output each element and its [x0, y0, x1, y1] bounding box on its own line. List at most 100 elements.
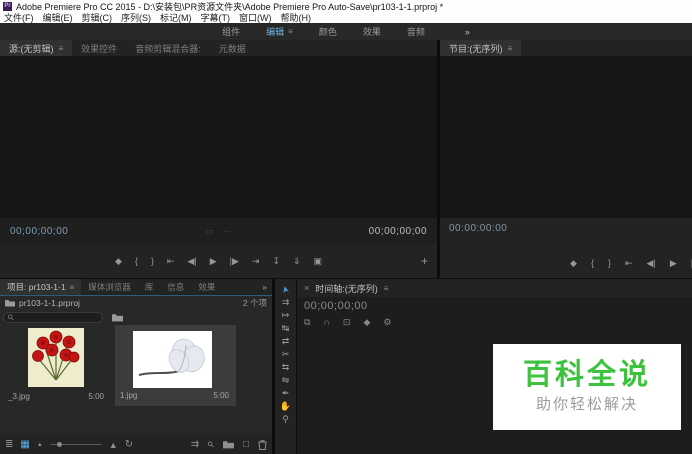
timeline-settings-button[interactable]: ⚙ — [383, 317, 391, 328]
thumbnail-zoom-slider[interactable] — [49, 442, 102, 447]
insert-button[interactable]: ↧ — [272, 256, 280, 267]
project-file-name: pr103-1-1.prproj — [19, 298, 80, 308]
tab-metadata[interactable]: 元数据 — [210, 40, 255, 56]
source-transport-controls: ◆ {} ⇤ ◀| ▶ |▶ ⇥ ↧ ⇓ ▣ — [0, 244, 437, 278]
workspace-tab-effects[interactable]: 效果 — [363, 25, 381, 38]
clip-thumbnail-flower — [133, 331, 212, 388]
project-clip-area: _3.jpg 5:00 1.jpg 5:00 — [0, 325, 272, 434]
timeline-panel-tabs: × 时间轴:(无序列) ≡ — [297, 279, 692, 297]
program-transport-controls: ◆{}⇤◀|▶|▶ — [570, 258, 692, 269]
add-marker-button[interactable]: ◆ — [363, 317, 370, 328]
slip-tool[interactable]: ⇆ — [282, 361, 290, 374]
program-monitor-viewport — [440, 56, 692, 218]
clear-trash-button[interactable] — [258, 439, 267, 450]
tools-panel: ➤ ⇉ ↦ ↹ ⇄ ✂ ⇆ ⇋ ✒ ✋ ⚲ — [275, 279, 296, 454]
mark-in-button[interactable]: { — [135, 256, 138, 266]
tab-program[interactable]: 节目:(无序列) ≡ — [440, 40, 522, 56]
rate-stretch-tool[interactable]: ⇄ — [282, 335, 290, 348]
search-icon: ⚲ — [5, 312, 17, 323]
watermark-subtitle: 助你轻松解决 — [535, 395, 638, 413]
tab-media-browser[interactable]: 媒体浏览器 — [81, 279, 138, 295]
project-panel-tabs: 项目: pr103-1-1 ≡ 媒体浏览器 库 信息 效果 » — [0, 279, 272, 296]
project-toolbar: ≣ ▦ ▲ ▲ ↻ ⇉ ⚲ □ — [0, 435, 272, 454]
mark-in-button[interactable]: { — [591, 258, 594, 269]
tab-libraries[interactable]: 库 — [138, 279, 161, 295]
playback-resolution-select[interactable]: ⋯ — [223, 227, 231, 236]
go-to-in-button[interactable]: ⇤ — [625, 258, 633, 269]
tab-effects[interactable]: 效果 — [191, 279, 222, 295]
overwrite-button[interactable]: ⇓ — [293, 256, 301, 267]
panel-menu-icon[interactable]: ≡ — [59, 44, 64, 53]
workspace-tab-color[interactable]: 颜色 — [319, 25, 337, 38]
zoom-tool[interactable]: ⚲ — [282, 413, 289, 426]
snap-button[interactable]: ∩ — [323, 317, 329, 328]
export-frame-button[interactable]: ▣ — [314, 256, 323, 267]
selection-tool[interactable]: ➤ — [278, 284, 293, 295]
workspace-tab-assembly[interactable]: 组件 — [222, 25, 240, 38]
add-marker-button[interactable]: ◆ — [570, 258, 577, 269]
tab-source[interactable]: 源:(无剪辑) ≡ — [0, 40, 73, 56]
step-back-button[interactable]: ◀| — [647, 258, 656, 269]
clip-tile[interactable]: _3.jpg 5:00 — [2, 326, 114, 406]
tab-audio-clip-mixer[interactable]: 音频剪辑混合器: — [126, 40, 210, 56]
icon-view-button[interactable]: ▦ — [20, 439, 29, 450]
tab-info[interactable]: 信息 — [160, 279, 191, 295]
source-panel-tabs: 源:(无剪辑) ≡ 效果控件 音频剪辑混合器: 元数据 — [0, 40, 437, 56]
ripple-edit-tool[interactable]: ↦ — [282, 309, 290, 322]
rolling-edit-tool[interactable]: ↹ — [282, 322, 290, 335]
mark-out-button[interactable]: } — [151, 256, 154, 266]
panel-menu-icon[interactable]: ≡ — [384, 284, 389, 293]
tab-timeline[interactable]: 时间轴:(无序列) — [315, 282, 378, 295]
automate-to-sequence-button[interactable]: ⇉ — [191, 439, 199, 450]
workspace-bar: 组件 编辑 ≡ 颜色 效果 音频 » — [0, 23, 692, 40]
workspace-overflow-icon[interactable]: » — [465, 27, 470, 37]
play-button[interactable]: ▶ — [210, 256, 217, 267]
panel-menu-icon[interactable]: ≡ — [508, 44, 513, 53]
pen-tool[interactable]: ✒ — [282, 387, 290, 400]
clip-duration: 5:00 — [88, 392, 104, 401]
source-timecode-bar: 00;00;00;00 ▭ ⋯ 00;00;00;00 — [0, 218, 437, 244]
zoom-slider-knob[interactable] — [56, 442, 62, 447]
play-button[interactable]: ▶ — [670, 258, 677, 269]
panel-overflow-icon[interactable]: » — [262, 279, 272, 295]
new-item-button[interactable]: □ — [243, 439, 249, 450]
razor-tool[interactable]: ✂ — [282, 348, 290, 361]
step-back-button[interactable]: ◀| — [187, 256, 196, 267]
bin-folder-icon — [5, 300, 15, 307]
insert-overwrite-sequence-button[interactable]: ⧉ — [304, 317, 310, 328]
sort-icons-button[interactable]: ↻ — [125, 439, 133, 450]
search-input[interactable]: ⚲ — [3, 312, 103, 323]
go-to-in-button[interactable]: ⇤ — [167, 256, 175, 267]
clip-tile-selected[interactable]: 1.jpg 5:00 — [115, 325, 236, 406]
find-button[interactable]: ⚲ — [206, 439, 217, 450]
button-editor-add-icon[interactable]: + — [421, 254, 428, 268]
step-forward-button[interactable]: |▶ — [230, 256, 239, 267]
timeline-current-timecode: 00;00;00;00 — [304, 300, 368, 312]
tab-project[interactable]: 项目: pr103-1-1 ≡ — [0, 279, 82, 295]
tab-effect-controls[interactable]: 效果控件 — [72, 40, 126, 56]
slide-tool[interactable]: ⇋ — [282, 374, 290, 387]
panel-menu-icon[interactable]: ≡ — [70, 283, 75, 292]
mark-out-button[interactable]: } — [608, 258, 611, 269]
zoom-in-icon[interactable]: ▲ — [109, 440, 118, 450]
track-select-forward-tool[interactable]: ⇉ — [282, 296, 290, 309]
project-panel: 项目: pr103-1-1 ≡ 媒体浏览器 库 信息 效果 » pr103-1-… — [0, 279, 272, 454]
source-monitor-panel: 源:(无剪辑) ≡ 效果控件 音频剪辑混合器: 元数据 00;00;00;00 … — [0, 40, 437, 278]
linked-selection-button[interactable]: ⊡ — [343, 317, 351, 328]
zoom-level-select[interactable]: ▭ — [206, 227, 214, 236]
project-item-count: 2 个项 — [242, 298, 267, 308]
hand-tool[interactable]: ✋ — [280, 400, 291, 413]
breadcrumb-folder-icon[interactable] — [112, 313, 123, 322]
premiere-app-icon: Pr — [3, 1, 12, 11]
source-duration-timecode: 00;00;00;00 — [368, 225, 427, 237]
close-icon[interactable]: × — [304, 283, 309, 293]
workspace-tab-editing[interactable]: 编辑 ≡ — [266, 25, 293, 38]
clip-name: 1.jpg — [120, 391, 138, 400]
zoom-out-icon[interactable]: ▲ — [37, 442, 43, 448]
list-view-button[interactable]: ≣ — [5, 439, 13, 450]
workspace-tab-audio[interactable]: 音频 — [407, 25, 425, 38]
go-to-out-button[interactable]: ⇥ — [252, 256, 260, 267]
workspace-menu-icon[interactable]: ≡ — [288, 27, 293, 36]
new-bin-button[interactable] — [222, 440, 234, 449]
add-marker-button[interactable]: ◆ — [115, 256, 122, 267]
